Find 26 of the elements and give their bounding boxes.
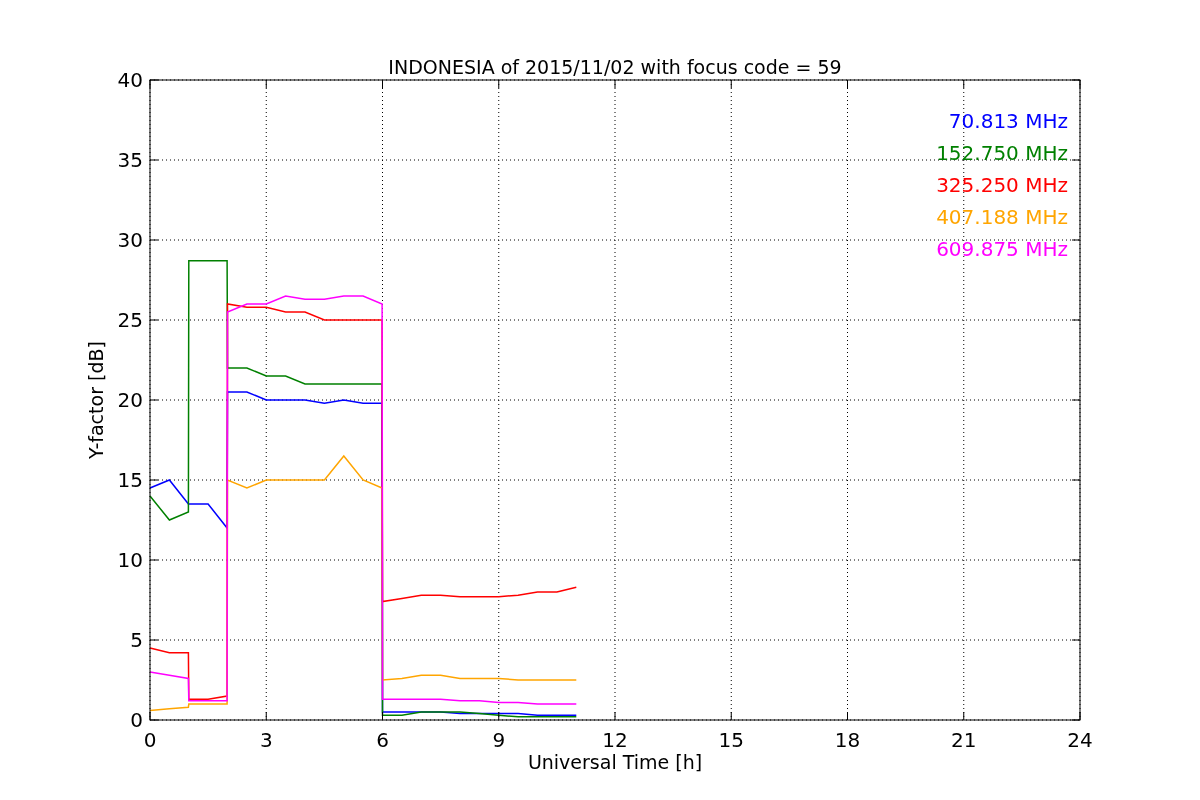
legend-label: 70.813 MHz [948,109,1068,133]
tick-label: 21 [951,728,977,752]
tick-label: 0 [143,728,157,752]
tick-label: 10 [117,548,143,572]
tick-label: 15 [718,728,744,752]
tick-label: 3 [259,728,273,752]
tick-label: 25 [117,308,143,332]
chart-title: INDONESIA of 2015/11/02 with focus code = 59 [388,56,842,78]
tick-label: 18 [834,728,861,752]
legend-label: 152.750 MHz [936,141,1068,165]
tick-label: 5 [130,628,143,652]
tick-label: 0 [130,708,143,732]
tick-label: 6 [376,728,389,752]
y-axis-label: Y-factor [dB] [85,341,107,459]
legend-label: 609.875 MHz [936,237,1068,261]
tick-label: 30 [117,228,143,252]
tick-label: 40 [117,68,143,92]
tick-label: 24 [1067,728,1093,752]
legend-label: 407.188 MHz [936,205,1068,229]
legend-label: 325.250 MHz [936,173,1068,197]
x-axis-label: Universal Time [h] [527,751,703,773]
tick-label: 15 [117,468,143,492]
tick-label: 9 [492,728,506,752]
tick-label: 35 [117,148,143,172]
tick-label: 12 [602,728,628,752]
tick-label: 20 [117,388,143,412]
